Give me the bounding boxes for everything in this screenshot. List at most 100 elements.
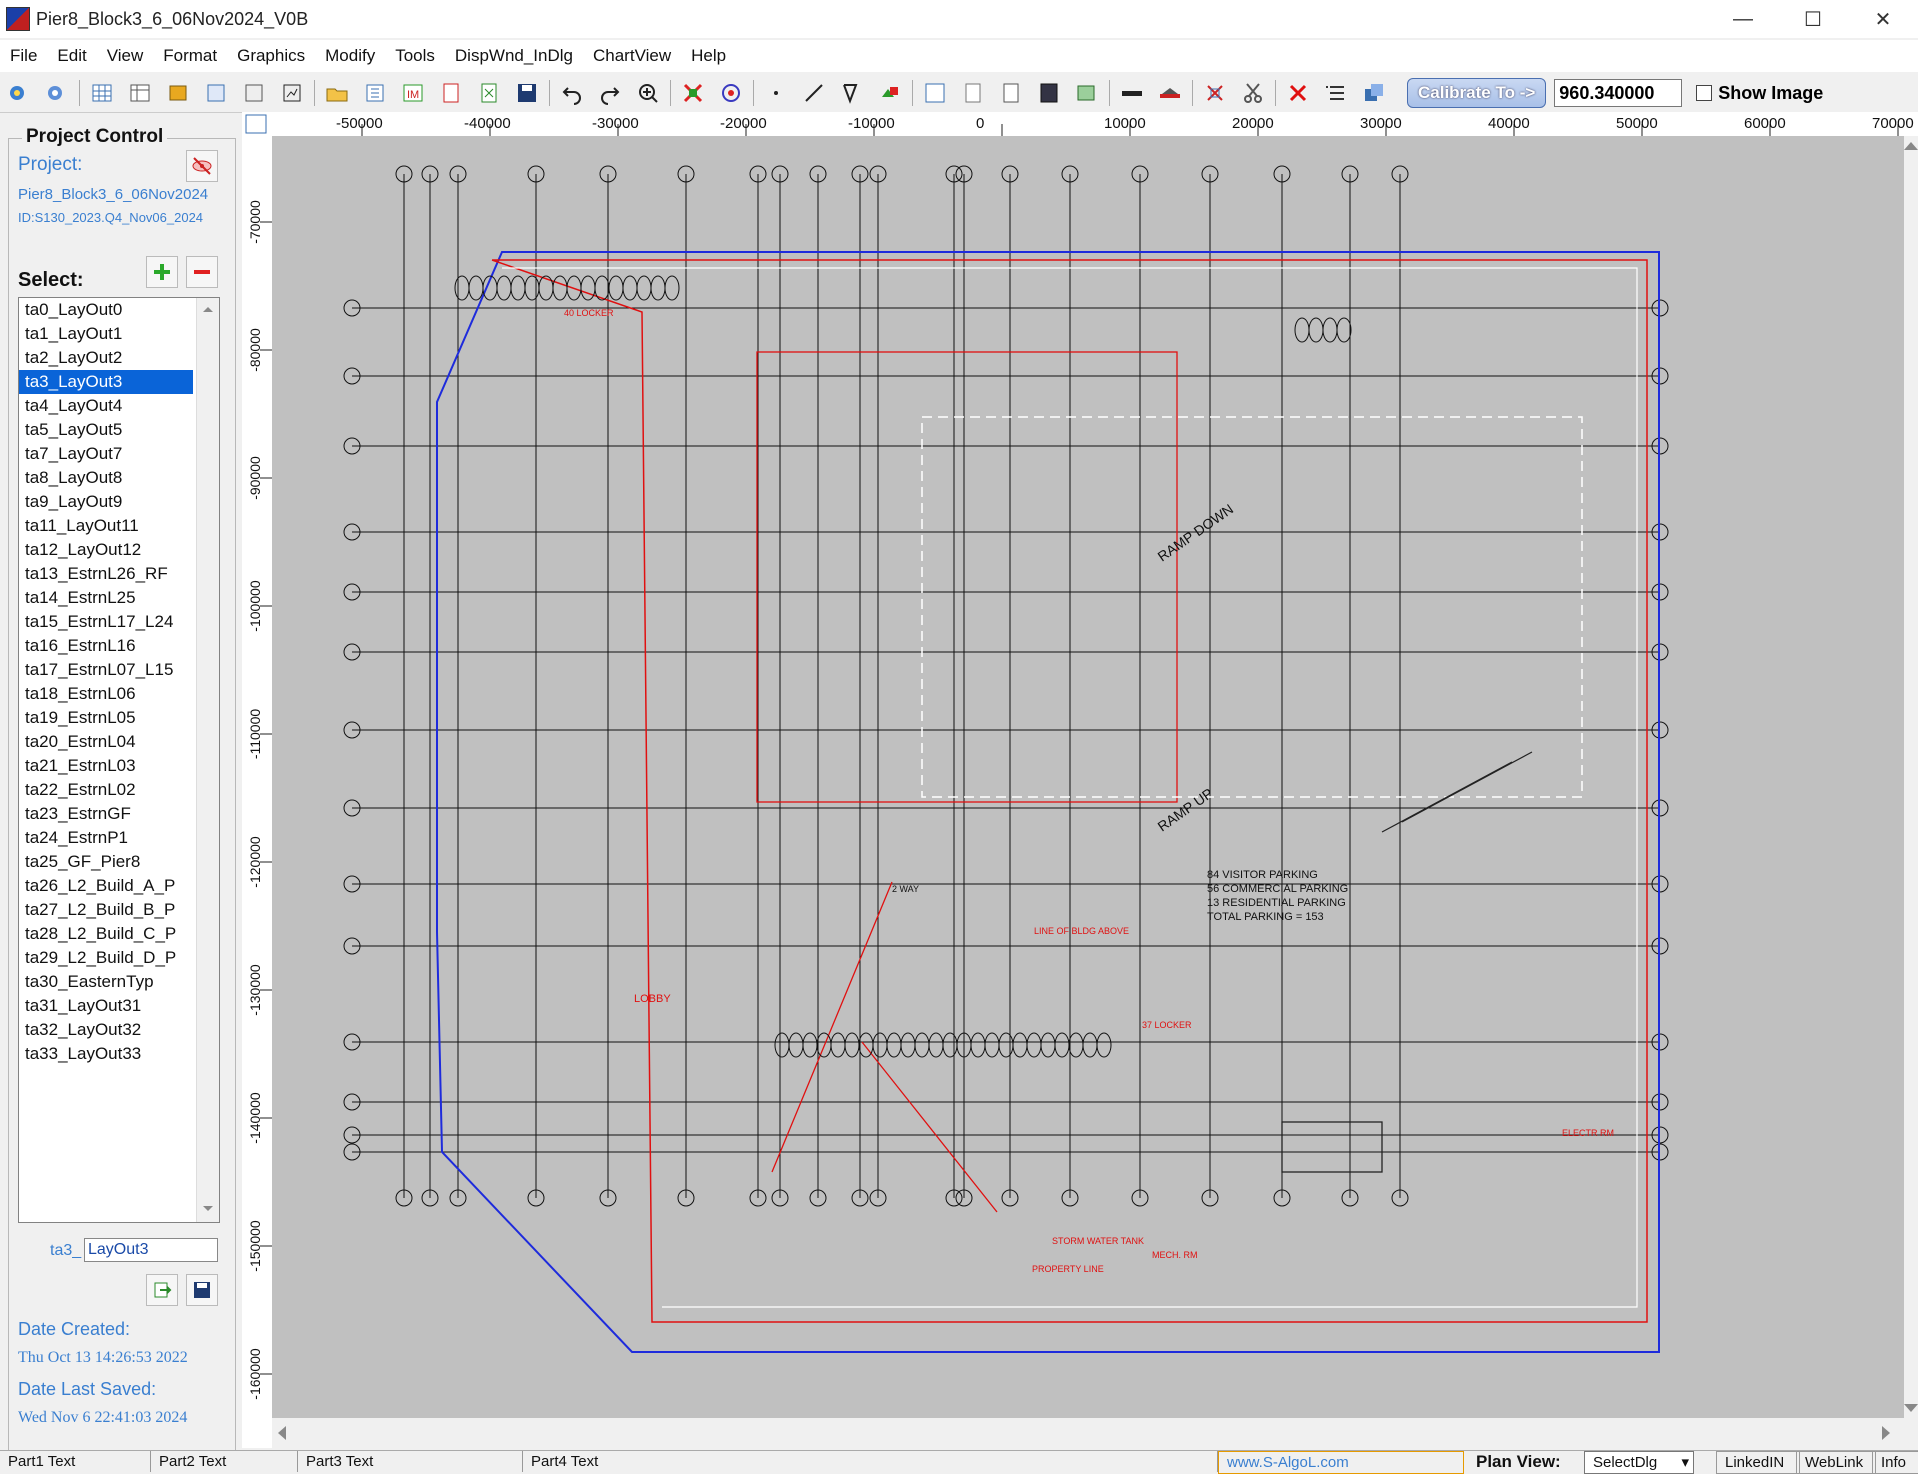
layout-list-item[interactable]: ta31_LayOut31 (19, 994, 193, 1018)
table-icon[interactable] (127, 80, 153, 106)
export-layout-button[interactable] (146, 1274, 178, 1306)
zoom-icon[interactable] (635, 80, 661, 106)
layout-list-item[interactable]: ta19_EstrnL05 (19, 706, 193, 730)
layout-list-item[interactable]: ta14_EstrnL25 (19, 586, 193, 610)
export-icon[interactable] (1074, 80, 1100, 106)
scroll-down-icon[interactable] (197, 1198, 219, 1220)
layout-list-item[interactable]: ta32_LayOut32 (19, 1018, 193, 1042)
delete-icon[interactable] (1285, 80, 1311, 106)
menu-tools[interactable]: Tools (385, 46, 445, 66)
layout-list-item[interactable]: ta29_L2_Build_D_P (19, 946, 193, 970)
open-folder-icon[interactable] (324, 80, 350, 106)
layout-icon[interactable] (922, 80, 948, 106)
layout-list-item[interactable]: ta27_L2_Build_B_P (19, 898, 193, 922)
checkbox-box[interactable] (1696, 85, 1713, 101)
cad-drawing-svg[interactable]: -50000 -40000 -30000 -20000 -10000 0 10000 2000… (242, 112, 1918, 1448)
page2-icon[interactable] (998, 80, 1024, 106)
plan-label: 56 COMMERCIAL PARKING (1207, 883, 1348, 895)
layout-list-item[interactable]: ta4_LayOut4 (19, 394, 193, 418)
image-icon[interactable]: IM (400, 80, 426, 106)
layout-list-item[interactable]: ta26_L2_Build_A_P (19, 874, 193, 898)
layout-list-item[interactable]: ta33_LayOut33 (19, 1042, 193, 1066)
y-tick-label: -110000 (247, 709, 263, 760)
save-layout-button[interactable] (186, 1274, 218, 1306)
layout-list-item[interactable]: ta0_LayOut0 (19, 298, 193, 322)
network-icon[interactable] (718, 80, 744, 106)
add-layout-button[interactable] (146, 256, 178, 288)
layer-off-icon[interactable] (44, 80, 70, 106)
layout-list-item[interactable]: ta22_EstrnL02 (19, 778, 193, 802)
layout-list-item[interactable]: ta28_L2_Build_C_P (19, 922, 193, 946)
color-tool-icon[interactable] (680, 80, 706, 106)
shape-icon[interactable] (877, 80, 903, 106)
layout-list-item[interactable]: ta2_LayOut2 (19, 346, 193, 370)
remove-layout-button[interactable] (186, 256, 218, 288)
layout-list-item[interactable]: ta23_EstrnGF (19, 802, 193, 826)
list-scrollbar[interactable] (196, 298, 219, 1222)
layout-list-item[interactable]: ta25_GF_Pier8 (19, 850, 193, 874)
polyline-icon[interactable] (839, 80, 865, 106)
ruler-icon[interactable] (1119, 80, 1145, 106)
list-icon[interactable] (1323, 80, 1349, 106)
menu-format[interactable]: Format (153, 46, 227, 66)
layout-list-item[interactable]: ta24_EstrnP1 (19, 826, 193, 850)
grid-icon[interactable] (89, 80, 115, 106)
layout-list-item[interactable]: ta12_LayOut12 (19, 538, 193, 562)
layout-list-item[interactable]: ta7_LayOut7 (19, 442, 193, 466)
line-icon[interactable] (801, 80, 827, 106)
database-icon[interactable] (165, 80, 191, 106)
show-image-checkbox[interactable]: Show Image (1696, 83, 1823, 104)
redo-icon[interactable] (597, 80, 623, 106)
save-icon[interactable] (514, 80, 540, 106)
menu-graphics[interactable]: Graphics (227, 46, 315, 66)
scroll-up-icon[interactable] (197, 298, 219, 320)
sheets-icon[interactable] (241, 80, 267, 106)
import-icon[interactable] (362, 80, 388, 106)
layout-list-item[interactable]: ta18_EstrnL06 (19, 682, 193, 706)
menu-modify[interactable]: Modify (315, 46, 385, 66)
layout-list-item[interactable]: ta15_EstrnL17_L24 (19, 610, 193, 634)
menu-chartview[interactable]: ChartView (583, 46, 681, 66)
layout-list-item[interactable]: ta21_EstrnL03 (19, 754, 193, 778)
layout-list-item[interactable]: ta1_LayOut1 (19, 322, 193, 346)
cabinet-icon[interactable] (1036, 80, 1062, 106)
layout-list[interactable]: ta0_LayOut0 ta1_LayOut1 ta2_LayOut2 ta3_Lay… (18, 297, 220, 1223)
drawing-canvas[interactable]: -50000 -40000 -30000 -20000 -10000 0 10000 2000… (242, 112, 1918, 1448)
menu-edit[interactable]: Edit (47, 46, 96, 66)
canvas-hscroll[interactable] (272, 1418, 1918, 1448)
calibrate-value-input[interactable] (1554, 79, 1683, 107)
excel-icon[interactable] (476, 80, 502, 106)
maximize-icon[interactable]: ☐ (1778, 0, 1848, 38)
canvas-vscroll[interactable] (1904, 136, 1918, 1418)
menu-help[interactable]: Help (681, 46, 736, 66)
layout-list-item[interactable]: ta9_LayOut9 (19, 490, 193, 514)
menu-dispwnd[interactable]: DispWnd_InDlg (445, 46, 583, 66)
page-icon[interactable] (960, 80, 986, 106)
layout-list-item[interactable]: ta30_EasternTyp (19, 970, 193, 994)
layout-name-input[interactable] (84, 1238, 218, 1262)
minimize-icon[interactable]: — (1708, 0, 1778, 38)
layout-list-item[interactable]: ta16_EstrnL16 (19, 634, 193, 658)
report-icon[interactable] (279, 80, 305, 106)
pdf-icon[interactable] (438, 80, 464, 106)
scissors-icon[interactable] (1240, 80, 1266, 106)
layout-list-item[interactable]: ta20_EstrnL04 (19, 730, 193, 754)
menu-view[interactable]: View (97, 46, 154, 66)
point-icon[interactable] (763, 80, 789, 106)
delete-node-icon[interactable] (1202, 80, 1228, 106)
layout-list-item[interactable]: ta5_LayOut5 (19, 418, 193, 442)
undo-icon[interactable] (559, 80, 585, 106)
layer-on-icon[interactable] (6, 80, 32, 106)
windows-icon[interactable] (1361, 80, 1387, 106)
layout-list-item[interactable]: ta3_LayOut3 (19, 370, 193, 394)
calibrate-button[interactable]: Calibrate To -> (1407, 78, 1547, 108)
layout-list-item[interactable]: ta8_LayOut8 (19, 466, 193, 490)
layout-list-item[interactable]: ta13_EstrnL26_RF (19, 562, 193, 586)
project-settings-button[interactable] (186, 150, 218, 182)
layout-list-item[interactable]: ta17_EstrnL07_L15 (19, 658, 193, 682)
layout-list-item[interactable]: ta11_LayOut11 (19, 514, 193, 538)
close-icon[interactable]: ✕ (1848, 0, 1918, 38)
sheet-icon[interactable] (203, 80, 229, 106)
menu-file[interactable]: File (0, 46, 47, 66)
section-icon[interactable] (1157, 80, 1183, 106)
